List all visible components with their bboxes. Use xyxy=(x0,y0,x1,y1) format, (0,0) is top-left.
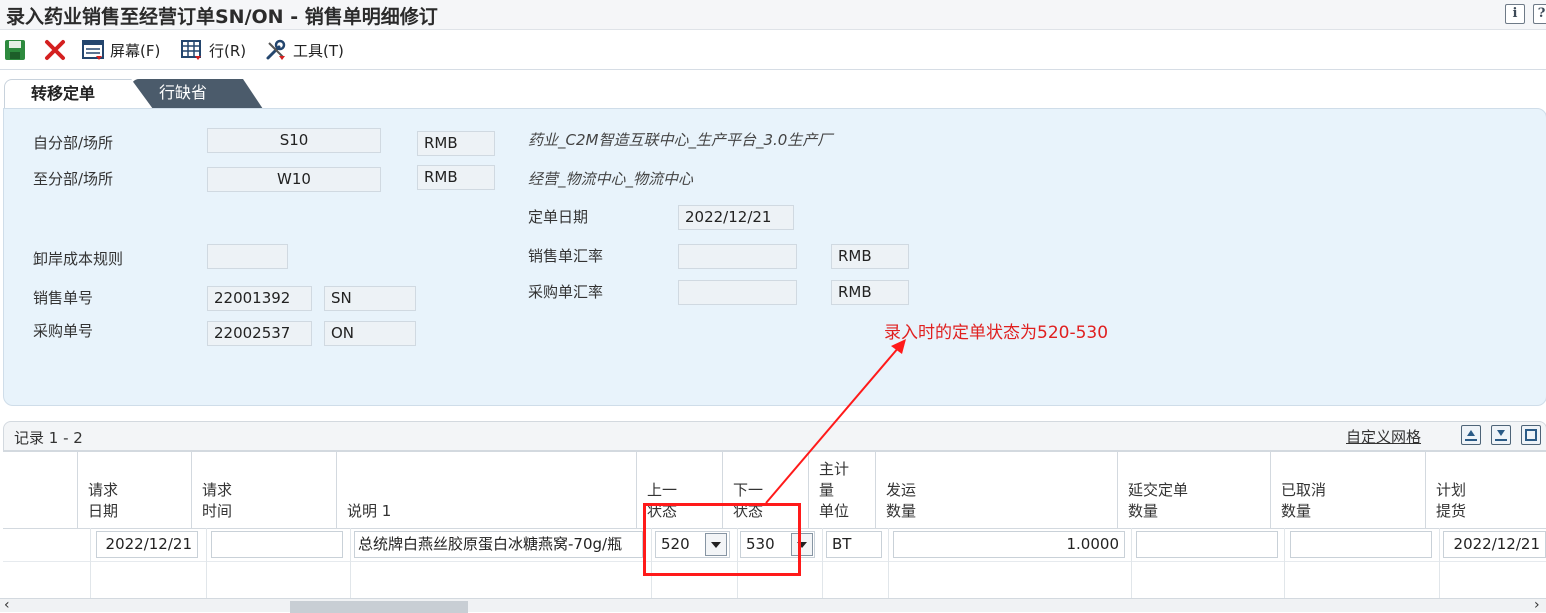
record-count: 记录 1 - 2 xyxy=(14,429,83,447)
grid-column-separator xyxy=(90,528,91,600)
request-date-cell[interactable]: 2022/12/21 xyxy=(96,531,198,558)
ship-qty-cell[interactable]: 1.0000 xyxy=(893,531,1125,558)
cancel-button[interactable] xyxy=(44,38,72,62)
scroll-left-icon[interactable]: ‹ xyxy=(4,597,10,613)
to-branch-description: 经营_物流中心_物流中心 xyxy=(528,170,694,188)
landed-cost-field[interactable] xyxy=(207,244,288,269)
grid-rows-icon xyxy=(181,39,203,61)
from-branch-field[interactable]: S10 xyxy=(207,128,381,153)
purchase-no-type-field: ON xyxy=(324,321,416,346)
purchase-rate-currency-field: RMB xyxy=(831,280,909,305)
column-header-uom[interactable]: 主计 量 单位 xyxy=(809,452,876,528)
grid-column-separator xyxy=(888,528,889,600)
help-icon[interactable]: ? xyxy=(1533,4,1546,24)
tabs-divider xyxy=(0,69,1546,70)
from-branch-label: 自分部/场所 xyxy=(33,134,114,152)
tools-menu[interactable]: 工具(T) xyxy=(265,38,344,62)
status-annotation: 录入时的定单状态为520-530 xyxy=(884,323,1109,343)
customize-grid-link[interactable]: 自定义网格 xyxy=(1346,426,1421,447)
column-header-plan-pickup[interactable]: 计划 提货 xyxy=(1426,452,1546,528)
grid-header-top-line xyxy=(3,451,1546,452)
status-highlight-box xyxy=(643,503,801,576)
uom-cell[interactable]: BT xyxy=(826,531,882,558)
to-currency-field: RMB xyxy=(417,165,495,190)
to-branch-field[interactable]: W10 xyxy=(207,167,381,192)
tab-transfer-order[interactable]: 转移定单 xyxy=(4,79,153,109)
horizontal-scrollbar[interactable]: ‹ › xyxy=(0,597,1546,613)
grid-column-separator xyxy=(350,528,351,600)
title-bar: 录入药业销售至经营订单SN/ON - 销售单明细修订 i ? xyxy=(0,0,1546,30)
grid-column-separator xyxy=(1284,528,1285,600)
sales-rate-currency-field: RMB xyxy=(831,244,909,269)
landed-cost-label: 卸岸成本规则 xyxy=(33,250,124,268)
export-icon[interactable] xyxy=(1461,425,1481,445)
column-header-request-date[interactable]: 请求 日期 xyxy=(78,452,192,528)
scrollbar-thumb[interactable] xyxy=(290,601,468,613)
grid-column-separator xyxy=(1439,528,1440,600)
grid-column-separator xyxy=(822,528,823,600)
row-menu-label: 行(R) xyxy=(209,41,247,60)
sales-rate-field[interactable] xyxy=(678,244,797,269)
close-icon xyxy=(44,39,66,61)
column-header-select xyxy=(3,452,78,528)
from-currency-field: RMB xyxy=(417,131,495,156)
info-icon[interactable]: i xyxy=(1505,4,1525,24)
toolbar: 屏幕(F) 行(R) 工具(T) xyxy=(0,32,1546,68)
plan-pickup-cell[interactable]: 2022/12/21 xyxy=(1443,531,1546,558)
scroll-right-icon[interactable]: › xyxy=(1534,597,1540,613)
sales-no-label: 销售单号 xyxy=(33,289,94,307)
description-cell[interactable]: 总统牌白燕丝胶原蛋白冰糖燕窝-70g/瓶 xyxy=(354,531,643,558)
screen-menu-label: 屏幕(F) xyxy=(110,41,161,60)
order-date-label: 定单日期 xyxy=(528,208,589,226)
window-title: 录入药业销售至经营订单SN/ON - 销售单明细修订 xyxy=(6,6,438,28)
save-icon xyxy=(4,39,26,61)
sales-no-type-field: SN xyxy=(324,286,416,311)
screen-menu[interactable]: 屏幕(F) xyxy=(82,38,160,62)
order-date-field[interactable]: 2022/12/21 xyxy=(678,205,794,230)
from-branch-description: 药业_C2M智造互联中心_生产平台_3.0生产厂 xyxy=(528,131,833,149)
purchase-no-label: 采购单号 xyxy=(33,322,94,340)
to-branch-label: 至分部/场所 xyxy=(33,170,114,188)
maximize-grid-icon[interactable] xyxy=(1521,425,1541,445)
grid-column-separator xyxy=(206,528,207,600)
backorder-qty-cell[interactable] xyxy=(1136,531,1278,558)
screen-icon xyxy=(82,39,104,61)
column-header-cancel-qty[interactable]: 已取消 数量 xyxy=(1271,452,1426,528)
column-header-request-time[interactable]: 请求 时间 xyxy=(192,452,337,528)
column-header-description[interactable]: 说明 1 xyxy=(337,452,637,528)
request-time-cell[interactable] xyxy=(211,531,343,558)
cancel-qty-cell[interactable] xyxy=(1290,531,1432,558)
column-header-ship-qty[interactable]: 发运 数量 xyxy=(876,452,1118,528)
import-icon[interactable] xyxy=(1491,425,1511,445)
save-button[interactable] xyxy=(4,38,32,62)
purchase-no-field[interactable]: 22002537 xyxy=(207,321,312,346)
grid-column-separator xyxy=(1131,528,1132,600)
sales-rate-label: 销售单汇率 xyxy=(528,247,604,265)
tools-icon xyxy=(265,39,287,61)
column-header-backorder-qty[interactable]: 延交定单 数量 xyxy=(1118,452,1271,528)
purchase-rate-label: 采购单汇率 xyxy=(528,283,604,301)
sales-no-field[interactable]: 22001392 xyxy=(207,286,312,311)
row-menu[interactable]: 行(R) xyxy=(181,38,246,62)
grid-header-bar: 记录 1 - 2 自定义网格 xyxy=(3,421,1546,451)
purchase-rate-field[interactable] xyxy=(678,280,797,305)
tools-menu-label: 工具(T) xyxy=(293,41,344,60)
